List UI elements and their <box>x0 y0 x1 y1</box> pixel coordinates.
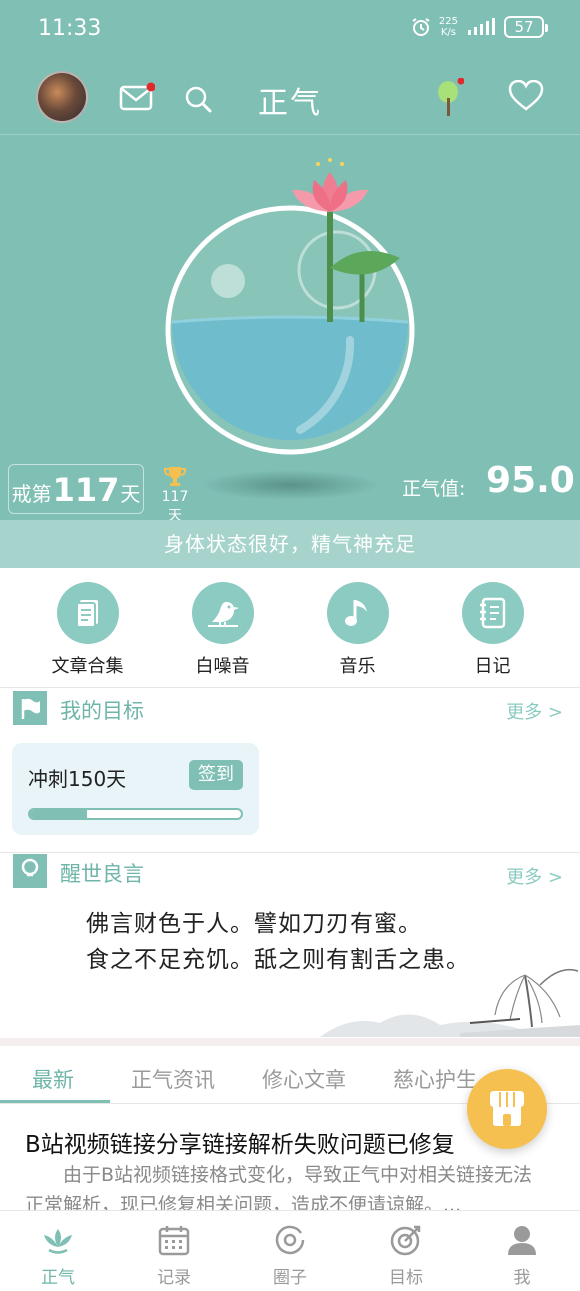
status-time: 11:33 <box>38 16 102 41</box>
lotus-icon <box>44 1229 72 1254</box>
feature-articles[interactable]: 文章合集 <box>20 582 155 682</box>
calendar-icon <box>158 1226 190 1256</box>
nav-goals[interactable]: 目标 <box>348 1211 464 1291</box>
record-days: 117天 <box>161 489 189 524</box>
bird-icon <box>191 582 254 644</box>
nav-me[interactable]: 我 <box>464 1211 580 1291</box>
tab-news[interactable]: 正气资讯 <box>131 1064 215 1094</box>
tab-compassion[interactable]: 慈心护生 <box>393 1064 477 1094</box>
tab-latest[interactable]: 最新 <box>32 1064 74 1094</box>
tab-underline <box>0 1100 110 1103</box>
document-icon <box>56 582 119 644</box>
header-divider <box>0 134 580 135</box>
article-snippet: 由于B站视频链接格式变化，导致正气中对相关链接无法正常解析，现已修复相关问题，造… <box>25 1164 533 1216</box>
feature-music[interactable]: 音乐 <box>290 582 425 682</box>
lightbulb-icon <box>13 854 47 888</box>
alarm-icon <box>412 18 430 36</box>
net-speed: 225 K/s <box>438 16 458 38</box>
zhengqi-label: 正气值: <box>402 478 466 500</box>
feature-row: 文章合集 白噪音 音乐 日记 <box>0 582 580 682</box>
checkin-button[interactable]: 签到 <box>189 760 243 790</box>
goal-name: 冲刺150天 <box>28 767 127 791</box>
status-icons: 225 K/s 57 <box>411 16 548 38</box>
nav-circle[interactable]: 圈子 <box>232 1211 348 1291</box>
article-title[interactable]: B站视频链接分享链接解析失败问题已修复 <box>25 1125 505 1159</box>
battery-icon: 57 <box>504 16 548 38</box>
tree-icon[interactable] <box>436 78 464 118</box>
bottom-nav: 正气 记录 圈子 目标 我 <box>0 1210 580 1291</box>
nav-zhengqi[interactable]: 正气 <box>0 1211 116 1291</box>
trophy-icon <box>164 467 186 486</box>
record-badge[interactable]: 117天 <box>156 465 194 525</box>
section-band <box>0 1038 580 1046</box>
circle-icon <box>275 1225 305 1255</box>
goal-progress-bar <box>28 808 243 820</box>
store-icon <box>490 1091 524 1126</box>
quote-line: 佛言财色于人。譬如刀刃有蜜。 <box>86 911 422 937</box>
page-title: 正气 <box>258 86 322 121</box>
goal-progress-fill <box>30 810 87 818</box>
feature-white-noise[interactable]: 白噪音 <box>155 582 290 682</box>
goals-title: 我的目标 <box>60 699 144 723</box>
status-message: 身体状态很好，精气神充足 <box>0 520 580 568</box>
divider <box>0 852 580 853</box>
person-icon <box>508 1226 536 1255</box>
bowl-shadow <box>200 470 380 500</box>
music-note-icon <box>326 582 389 644</box>
feature-diary[interactable]: 日记 <box>425 582 560 682</box>
target-icon <box>390 1225 421 1256</box>
signal-icon <box>468 18 495 35</box>
quotes-title: 醒世良言 <box>60 862 144 886</box>
nav-record[interactable]: 记录 <box>116 1211 232 1291</box>
tab-articles[interactable]: 修心文章 <box>262 1064 346 1094</box>
quotes-more-link[interactable]: 更多 > <box>506 863 563 889</box>
streak-days-box[interactable]: 戒第 117 天 <box>8 464 144 514</box>
notebook-icon <box>461 582 524 644</box>
goal-card[interactable]: 冲刺150天 签到 <box>12 743 259 835</box>
landscape-illustration <box>320 968 580 1037</box>
goals-more-link[interactable]: 更多 > <box>506 698 563 724</box>
flag-icon <box>13 691 47 725</box>
divider <box>0 687 580 688</box>
heart-icon[interactable] <box>508 80 544 112</box>
zhengqi-value: 95.0 <box>486 460 575 501</box>
lotus-bowl-illustration <box>165 158 415 455</box>
